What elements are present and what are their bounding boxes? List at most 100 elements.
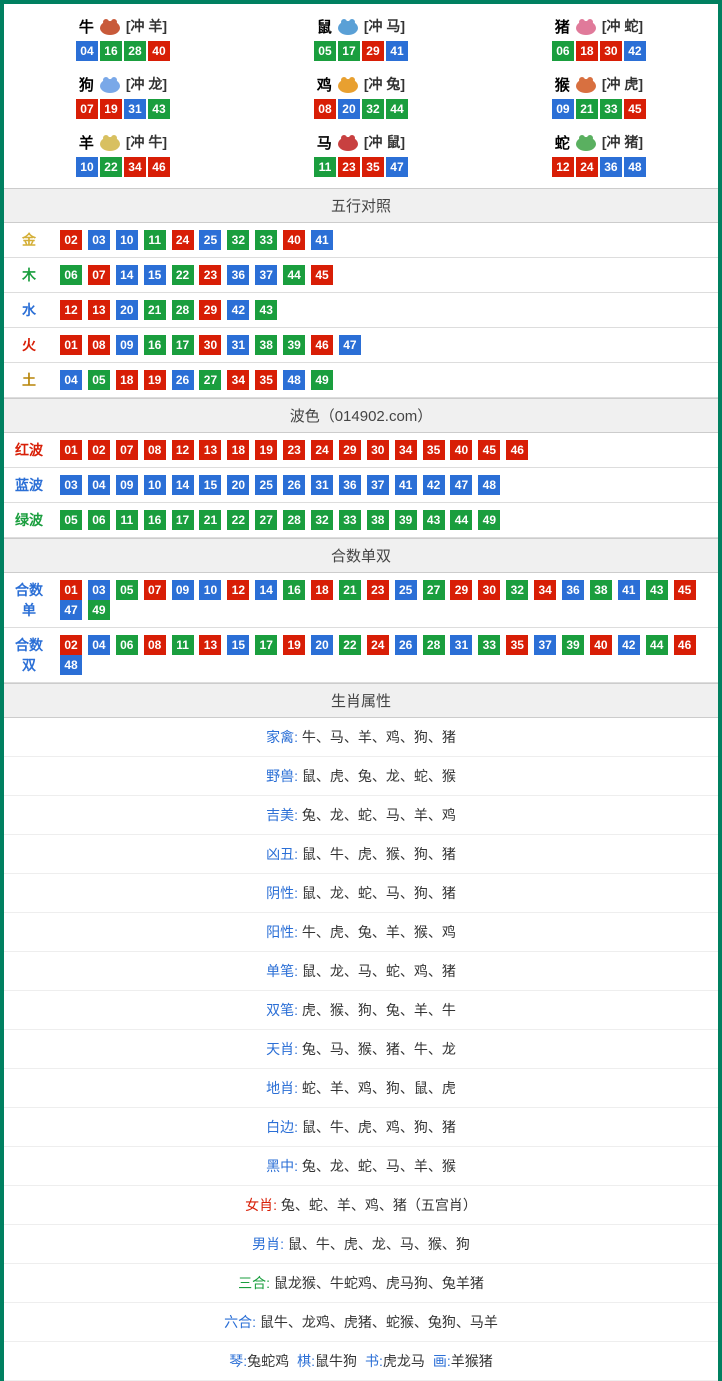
- ball-row: 05 06 11 16 17 21 22 27 28 32 33 38 39 4…: [54, 503, 718, 538]
- ball: 10: [199, 580, 221, 600]
- ball: 18: [311, 580, 333, 600]
- ball: 37: [255, 265, 277, 285]
- zodiac-chong: [冲 马]: [364, 16, 405, 36]
- ball: 44: [646, 635, 668, 655]
- zodiac-chong: [冲 猪]: [602, 132, 643, 152]
- ball: 45: [478, 440, 500, 460]
- zodiac-name: 牛: [79, 16, 94, 37]
- zodiac-grid: 牛[冲 羊]04162840鼠[冲 马]05172941猪[冲 蛇]061830…: [4, 4, 718, 188]
- ball: 24: [172, 230, 194, 250]
- attr-value: 牛、马、羊、鸡、狗、猪: [302, 729, 456, 745]
- ball: 43: [148, 99, 170, 119]
- ball: 45: [311, 265, 333, 285]
- ball: 10: [116, 230, 138, 250]
- row-label: 木: [4, 258, 54, 293]
- ball: 38: [367, 510, 389, 530]
- ball: 06: [88, 510, 110, 530]
- ball: 28: [423, 635, 445, 655]
- ball: 39: [395, 510, 417, 530]
- attr-row: 男肖: 鼠、牛、虎、龙、马、猴、狗: [4, 1225, 718, 1264]
- table-row: 火01 08 09 16 17 30 31 38 39 46 47: [4, 328, 718, 363]
- ball-row: 02 03 10 11 24 25 32 33 40 41: [54, 223, 718, 258]
- qinqi-value: 鼠牛狗: [315, 1353, 357, 1369]
- ball-row: 01 03 05 07 09 10 12 14 16 18 21 23 25 2…: [54, 573, 718, 628]
- qinqi-value: 羊猴猪: [451, 1353, 493, 1369]
- ball: 22: [172, 265, 194, 285]
- ball: 46: [148, 157, 170, 177]
- ball: 06: [116, 635, 138, 655]
- ball: 30: [478, 580, 500, 600]
- ball: 43: [423, 510, 445, 530]
- ball: 43: [255, 300, 277, 320]
- ball: 05: [116, 580, 138, 600]
- attr-row: 阴性: 鼠、龙、蛇、马、狗、猪: [4, 874, 718, 913]
- ball: 30: [600, 41, 622, 61]
- ball: 07: [144, 580, 166, 600]
- ball: 11: [116, 510, 138, 530]
- ball: 37: [534, 635, 556, 655]
- ball: 13: [199, 635, 221, 655]
- attr-value: 兔、蛇、羊、鸡、猪（五宫肖）: [281, 1197, 477, 1213]
- attr-row: 凶丑: 鼠、牛、虎、猴、狗、猪: [4, 835, 718, 874]
- row-label: 合数单: [4, 573, 54, 628]
- ball: 36: [562, 580, 584, 600]
- attr-value: 兔、龙、蛇、马、羊、鸡: [302, 807, 456, 823]
- ball: 39: [562, 635, 584, 655]
- zodiac-name: 猴: [555, 74, 570, 95]
- zodiac-chong: [冲 虎]: [602, 74, 643, 94]
- zodiac-chong: [冲 蛇]: [602, 16, 643, 36]
- zodiac-chong: [冲 羊]: [126, 16, 167, 36]
- attr-value: 兔、龙、蛇、马、羊、猴: [302, 1158, 456, 1174]
- ball: 33: [255, 230, 277, 250]
- horse-icon: [334, 131, 362, 153]
- attr-label: 凶丑:: [266, 846, 298, 862]
- ball: 21: [576, 99, 598, 119]
- attr-row: 白边: 鼠、牛、虎、鸡、狗、猪: [4, 1108, 718, 1147]
- ball: 06: [552, 41, 574, 61]
- qinqi-value: 兔蛇鸡: [247, 1353, 289, 1369]
- ball: 02: [88, 440, 110, 460]
- ball: 07: [88, 265, 110, 285]
- ball: 35: [255, 370, 277, 390]
- ball-row: 04 05 18 19 26 27 34 35 48 49: [54, 363, 718, 398]
- attr-row: 女肖: 兔、蛇、羊、鸡、猪（五宫肖）: [4, 1186, 718, 1225]
- pig-icon: [572, 15, 600, 37]
- attr-label: 双笔:: [266, 1002, 298, 1018]
- zodiac-cell-horse: 马[冲 鼠]11233547: [242, 125, 480, 183]
- attr-label: 地肖:: [266, 1080, 298, 1096]
- zodiac-chong: [冲 兔]: [364, 74, 405, 94]
- ball: 28: [283, 510, 305, 530]
- goat-icon: [96, 131, 124, 153]
- ball: 07: [116, 440, 138, 460]
- ball: 34: [395, 440, 417, 460]
- ball: 39: [283, 335, 305, 355]
- zodiac-cell-pig: 猪[冲 蛇]06183042: [480, 9, 718, 67]
- ball: 02: [60, 635, 82, 655]
- attr-label: 野兽:: [266, 768, 298, 784]
- ball: 16: [144, 510, 166, 530]
- rat-icon: [334, 15, 362, 37]
- ball: 09: [116, 475, 138, 495]
- ball: 32: [362, 99, 384, 119]
- ball: 35: [362, 157, 384, 177]
- ball: 29: [199, 300, 221, 320]
- ball: 18: [116, 370, 138, 390]
- attr-row: 家禽: 牛、马、羊、鸡、狗、猪: [4, 718, 718, 757]
- ball: 25: [395, 580, 417, 600]
- ball: 20: [227, 475, 249, 495]
- ball: 18: [576, 41, 598, 61]
- ball: 24: [576, 157, 598, 177]
- ball: 47: [450, 475, 472, 495]
- ball: 43: [646, 580, 668, 600]
- ball: 03: [88, 230, 110, 250]
- ball: 12: [60, 300, 82, 320]
- ball: 32: [311, 510, 333, 530]
- ball: 13: [199, 440, 221, 460]
- attr-row: 天肖: 兔、马、猴、猪、牛、龙: [4, 1030, 718, 1069]
- zodiac-chong: [冲 龙]: [126, 74, 167, 94]
- attr-row: 阳性: 牛、虎、兔、羊、猴、鸡: [4, 913, 718, 952]
- row-label: 蓝波: [4, 468, 54, 503]
- attr-row: 吉美: 兔、龙、蛇、马、羊、鸡: [4, 796, 718, 835]
- ball: 42: [618, 635, 640, 655]
- ball: 20: [116, 300, 138, 320]
